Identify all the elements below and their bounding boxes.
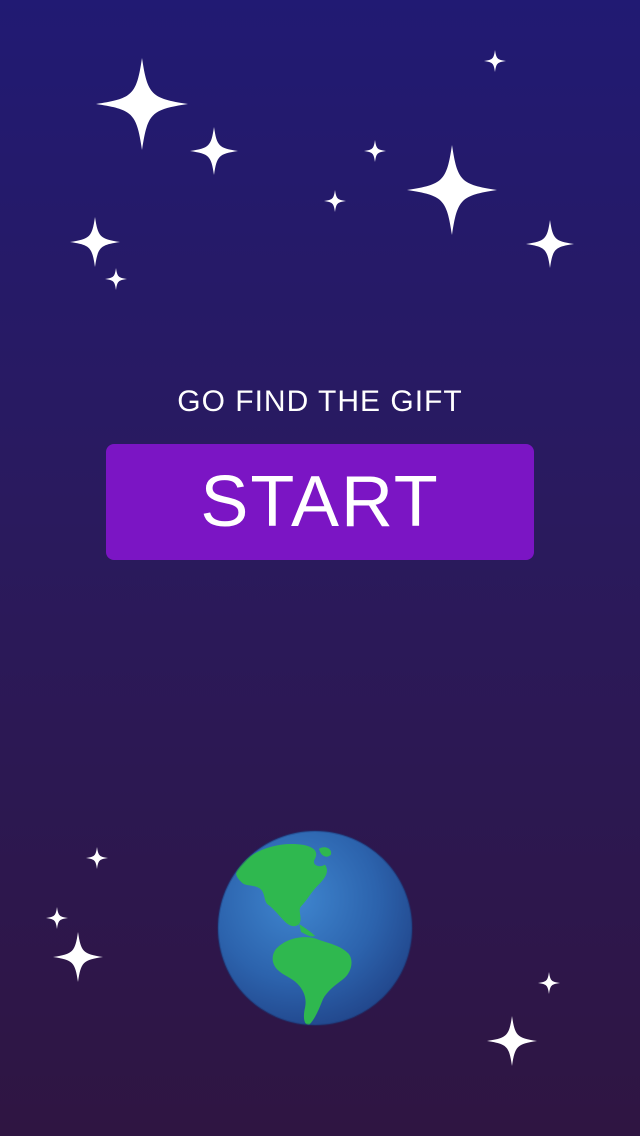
start-button-label: START bbox=[200, 462, 440, 542]
start-button[interactable]: START bbox=[106, 444, 534, 560]
sparkle-icon bbox=[487, 1016, 537, 1066]
tagline: GO FIND THE GIFT bbox=[177, 385, 463, 418]
sparkle-icon bbox=[70, 217, 120, 267]
sparkle-icon bbox=[96, 58, 188, 150]
sparkle-icon bbox=[324, 190, 346, 212]
sparkle-icon bbox=[538, 972, 560, 994]
sparkle-icon bbox=[46, 907, 68, 929]
sparkle-icon bbox=[190, 127, 238, 175]
earth-icon bbox=[216, 829, 414, 1027]
sparkle-icon bbox=[86, 847, 108, 869]
sparkle-icon bbox=[526, 220, 574, 268]
sparkle-icon bbox=[364, 140, 386, 162]
sparkle-icon bbox=[53, 932, 103, 982]
title-screen: GO FIND THE GIFT START bbox=[0, 0, 640, 1136]
sparkle-icon bbox=[484, 50, 506, 72]
sparkle-icon bbox=[407, 145, 497, 235]
sparkle-icon bbox=[105, 268, 127, 290]
